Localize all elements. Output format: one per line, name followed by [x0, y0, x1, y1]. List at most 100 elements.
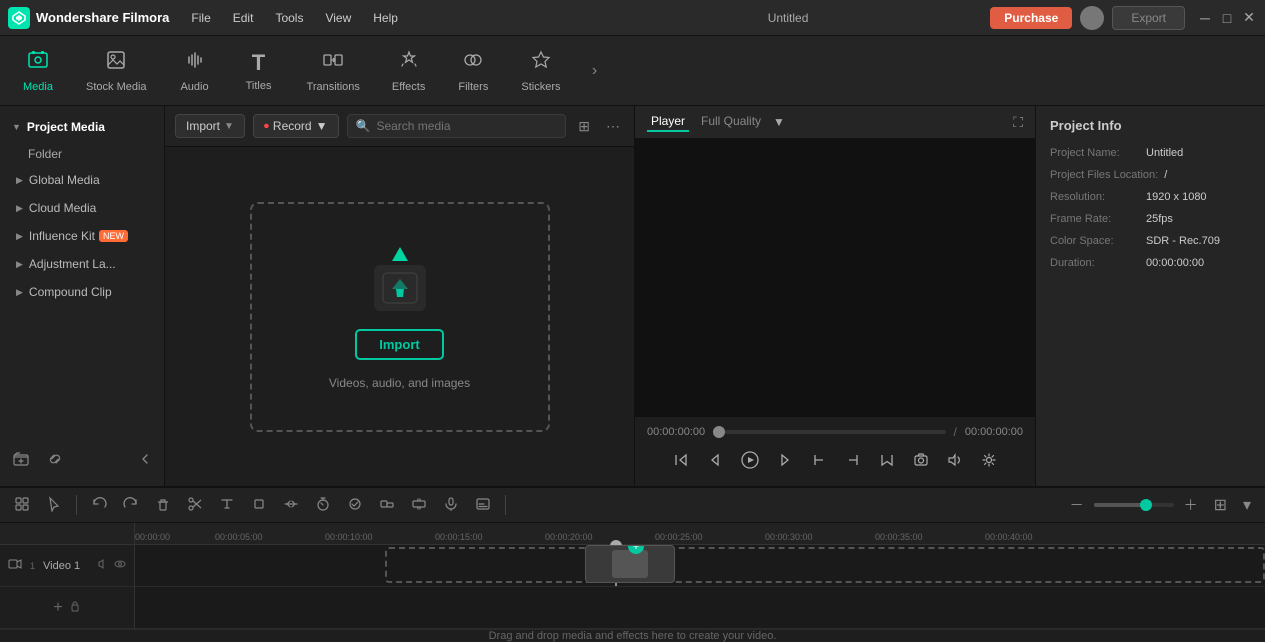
clip-inner — [612, 550, 648, 578]
second-track-area[interactable] — [135, 587, 1265, 629]
app-title: Untitled — [586, 11, 990, 25]
video-track-area[interactable]: + — [135, 545, 1265, 587]
toolbar-item-effects[interactable]: Effects — [378, 43, 439, 99]
ai-button[interactable] — [341, 493, 369, 518]
sidebar-item-adjustment-la[interactable]: ▶ Adjustment La... — [4, 251, 160, 277]
add-folder-button[interactable] — [8, 446, 34, 472]
search-input[interactable] — [376, 119, 557, 133]
search-icon: 🔍 — [356, 119, 371, 133]
menu-tools[interactable]: Tools — [265, 7, 313, 29]
toolbar-item-media[interactable]: Media — [8, 43, 68, 99]
player-timeline: 00:00:00:00 / 00:00:00:00 — [647, 425, 1023, 439]
info-value-resolution: 1920 x 1080 — [1146, 191, 1207, 203]
track-icons — [98, 558, 126, 573]
project-info-title: Project Info — [1050, 118, 1251, 133]
player-toolbar: Player Full Quality ▼ ⛶ — [635, 106, 1035, 139]
time-current: 00:00:00:00 — [647, 426, 705, 438]
ripple-edit-button[interactable] — [277, 493, 305, 518]
menu-help[interactable]: Help — [363, 7, 408, 29]
sidebar-item-compound-clip[interactable]: ▶ Compound Clip — [4, 279, 160, 305]
step-forward-button[interactable] — [773, 448, 797, 477]
drop-zone-timeline[interactable] — [385, 547, 1265, 583]
link-button[interactable] — [42, 446, 68, 472]
sidebar-item-influence-kit[interactable]: ▶ Influence Kit NEW — [4, 223, 160, 249]
quality-selector[interactable]: ▼ — [773, 112, 785, 132]
sidebar-folder[interactable]: Folder — [0, 142, 164, 166]
volume-button[interactable] — [943, 448, 967, 477]
menu-file[interactable]: File — [181, 7, 220, 29]
detach-audio-button[interactable] — [373, 493, 401, 518]
delete-button[interactable] — [149, 493, 177, 518]
redo-button[interactable] — [117, 493, 145, 518]
clip-preview[interactable]: + — [585, 545, 675, 583]
toolbar-item-stock-media[interactable]: Stock Media — [72, 43, 161, 99]
play-button[interactable] — [737, 447, 763, 478]
player-tab-player[interactable]: Player — [647, 112, 689, 132]
snapshot-button[interactable] — [909, 448, 933, 477]
player-tab-quality[interactable]: Full Quality — [697, 112, 765, 132]
timeline-toolbar: － ＋ ⊞ ▾ — [0, 488, 1265, 523]
crop-button[interactable] — [245, 493, 273, 518]
zoom-in-button[interactable]: ＋ — [1178, 492, 1204, 518]
track-eye-button[interactable] — [114, 558, 126, 573]
record-dropdown[interactable]: ⏺ Record ▼ — [253, 114, 339, 138]
fullscreen-icon[interactable]: ⛶ — [1013, 114, 1023, 131]
purchase-button[interactable]: Purchase — [990, 7, 1072, 29]
layout-more-button[interactable]: ▾ — [1237, 493, 1257, 517]
text-button[interactable] — [213, 493, 241, 518]
global-media-arrow: ▶ — [16, 175, 23, 186]
export-button[interactable]: Export — [1112, 6, 1185, 30]
menu-view[interactable]: View — [315, 7, 361, 29]
sidebar-project-media[interactable]: ▼ Project Media — [0, 114, 164, 142]
toolbar-item-filters[interactable]: Filters — [443, 43, 503, 99]
ruler-mark-25: 00:00:25:00 — [655, 532, 703, 542]
mark-out-button[interactable] — [841, 448, 865, 477]
speed-button[interactable] — [309, 493, 337, 518]
sidebar-item-cloud-media[interactable]: ▶ Cloud Media — [4, 195, 160, 221]
toolbar-item-transitions[interactable]: Transitions — [293, 43, 374, 99]
sidebar-item-global-media[interactable]: ▶ Global Media — [4, 167, 160, 193]
info-label-duration: Duration: — [1050, 257, 1140, 269]
sidebar-bottom-actions — [0, 440, 164, 478]
add-track-button[interactable]: + — [53, 599, 62, 617]
select-tool-button[interactable] — [40, 493, 68, 518]
maximize-button[interactable]: □ — [1219, 10, 1235, 26]
titlebar: Wondershare Filmora File Edit Tools View… — [0, 0, 1265, 36]
toolbar-item-titles[interactable]: T Titles — [229, 44, 289, 98]
zoom-out-button[interactable]: － — [1064, 492, 1090, 518]
track-audio-mute[interactable] — [98, 558, 110, 573]
track-video-icon — [8, 557, 22, 574]
step-back-button[interactable] — [703, 448, 727, 477]
toolbar-item-audio[interactable]: Audio — [165, 43, 225, 99]
toolbar-item-stickers[interactable]: Stickers — [507, 43, 574, 99]
clip-button[interactable] — [875, 448, 899, 477]
timeline-track-area[interactable]: 00:00:00 00:00:05:00 00:00:10:00 00:00:1… — [135, 523, 1265, 629]
skip-back-button[interactable] — [669, 448, 693, 477]
player-panel: Player Full Quality ▼ ⛶ 00:00:00:00 / 00… — [635, 106, 1035, 486]
close-button[interactable]: ✕ — [1241, 10, 1257, 26]
settings-button[interactable] — [977, 448, 1001, 477]
progress-track[interactable] — [713, 430, 945, 434]
toolbar-more-arrow[interactable]: › — [582, 59, 606, 83]
lock-button[interactable] — [69, 600, 81, 615]
mark-in-button[interactable] — [807, 448, 831, 477]
search-bar[interactable]: 🔍 — [347, 114, 567, 138]
layout-button[interactable]: ⊞ — [1208, 493, 1233, 517]
import-main-button[interactable]: Import — [355, 329, 443, 360]
timeline-content: 1 Video 1 + — [0, 523, 1265, 629]
undo-button[interactable] — [85, 493, 113, 518]
voice-button[interactable] — [437, 493, 465, 518]
cut-button[interactable] — [181, 493, 209, 518]
minimize-button[interactable]: ─ — [1197, 10, 1213, 26]
import-dropdown[interactable]: Import ▼ — [175, 114, 245, 138]
toolbar-effects-label: Effects — [392, 81, 425, 93]
filter-icon[interactable]: ⊞ — [574, 116, 594, 137]
zoom-track[interactable] — [1094, 503, 1174, 507]
scene-detection-button[interactable] — [8, 493, 36, 518]
sidebar-collapse-button[interactable] — [134, 448, 156, 470]
more-icon[interactable]: ⋯ — [602, 116, 624, 137]
auto-subtitle-button[interactable] — [469, 493, 497, 518]
freeze-frame-button[interactable] — [405, 493, 433, 518]
menu-edit[interactable]: Edit — [223, 7, 264, 29]
info-value-framerate: 25fps — [1146, 213, 1173, 225]
